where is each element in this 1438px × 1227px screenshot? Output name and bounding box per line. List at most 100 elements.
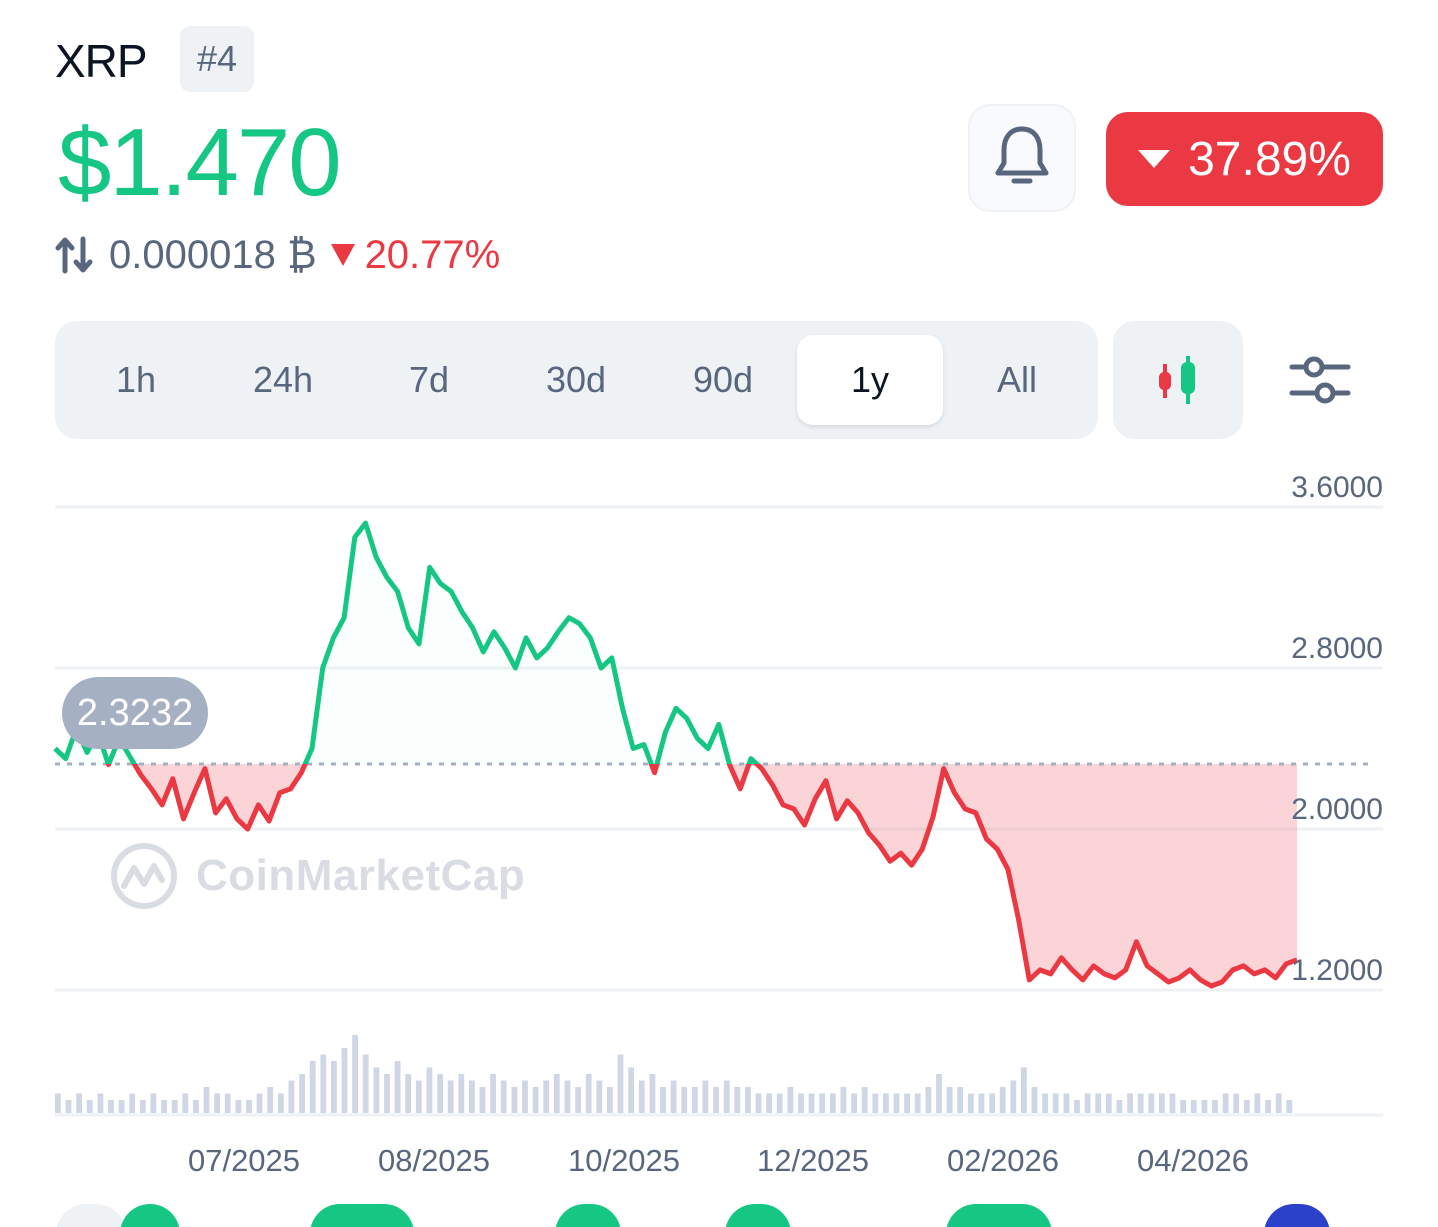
btc-change: 20.77%: [330, 233, 500, 278]
volume-bar: [1031, 1087, 1038, 1113]
volume-bar: [851, 1093, 857, 1113]
event-marker[interactable]: [120, 1204, 180, 1227]
volume-bar: [808, 1093, 815, 1113]
volume-bar: [1201, 1100, 1208, 1113]
event-marker[interactable]: [555, 1204, 621, 1227]
watermark-text: CoinMarketCap: [196, 851, 526, 900]
tab-90d[interactable]: 90d: [650, 335, 796, 425]
volume-bar: [691, 1087, 698, 1113]
change-1y-value: 37.89%: [1188, 132, 1351, 186]
volume-bar: [967, 1093, 974, 1113]
watermark: CoinMarketCap: [110, 842, 525, 910]
volume-bar: [1063, 1093, 1070, 1113]
y-tick-label: 1.2000: [1291, 954, 1383, 987]
volume-bar: [596, 1080, 603, 1113]
volume-bar: [1190, 1100, 1197, 1113]
price: $1.470: [58, 109, 342, 216]
tab-24h[interactable]: 24h: [210, 335, 356, 425]
price-chart[interactable]: 3.6000 2.8000 2.0000 1.2000 07/2025 08/2025 1…: [0, 440, 1438, 1190]
volume-bar: [522, 1080, 528, 1113]
volume-bar: [607, 1087, 613, 1113]
volume-bar: [936, 1074, 942, 1113]
volume-bar: [1212, 1100, 1218, 1113]
volume-bar: [798, 1093, 804, 1113]
tab-7d[interactable]: 7d: [356, 335, 502, 425]
volume-bar: [97, 1093, 104, 1113]
volume-bar: [500, 1080, 507, 1113]
coin-name: XRP: [55, 35, 148, 87]
volume-bar: [638, 1080, 645, 1113]
volume-bar: [203, 1087, 210, 1113]
volume-bar: [299, 1074, 305, 1113]
volume-bar: [1254, 1093, 1261, 1113]
volume-bar: [150, 1093, 157, 1113]
volume-bar: [681, 1087, 688, 1113]
price-alert-button[interactable]: [968, 104, 1076, 212]
volume-bar: [1042, 1093, 1048, 1113]
volume-bar: [840, 1087, 847, 1113]
volume-bar: [256, 1093, 263, 1113]
volume-bar: [819, 1093, 826, 1113]
volume-bar: [1127, 1093, 1133, 1113]
volume-bar: [426, 1067, 433, 1113]
change-1y-badge: 37.89%: [1106, 112, 1383, 206]
volume-bar: [670, 1080, 677, 1113]
volume-bar: [267, 1087, 274, 1113]
btc-price: 0.000018 ₿: [109, 232, 317, 277]
sliders-icon: [1289, 356, 1351, 404]
volume-bar: [702, 1080, 709, 1113]
volume-bar: [713, 1087, 719, 1113]
volume-bar: [193, 1100, 199, 1113]
volume-bar: [989, 1093, 995, 1113]
volume-bar: [1137, 1093, 1144, 1113]
volume-bar: [331, 1061, 337, 1113]
volume-bar: [564, 1080, 571, 1113]
x-axis-label: 10/2025: [568, 1143, 680, 1178]
tab-1y[interactable]: 1y: [797, 335, 943, 425]
volume-bar: [447, 1080, 454, 1113]
volume-bar: [182, 1093, 189, 1113]
tab-all[interactable]: All: [944, 335, 1090, 425]
volume-bar: [55, 1093, 61, 1113]
volume-bar: [1052, 1093, 1059, 1113]
y-tick-label: 3.6000: [1291, 471, 1383, 504]
volume-bar: [1084, 1093, 1091, 1113]
volume-bar: [532, 1087, 539, 1113]
volume-bar: [1095, 1093, 1102, 1113]
event-marker[interactable]: [946, 1204, 1052, 1227]
rank-badge: #4: [180, 26, 254, 92]
volume-bar: [394, 1061, 401, 1113]
volume-bar: [1265, 1100, 1271, 1113]
event-marker[interactable]: [725, 1204, 791, 1227]
volume-bar: [861, 1087, 868, 1113]
event-marker[interactable]: [310, 1204, 414, 1227]
x-axis-label: 12/2025: [757, 1143, 869, 1178]
volume-bar: [914, 1093, 921, 1113]
volume-bar: [553, 1074, 560, 1113]
tab-1h[interactable]: 1h: [63, 335, 209, 425]
volume-bar: [1159, 1093, 1165, 1113]
volume-bars: [55, 1035, 1383, 1117]
volume-bar: [766, 1093, 772, 1113]
volume-bar: [1148, 1093, 1155, 1113]
candlestick-toggle-button[interactable]: [1113, 321, 1243, 439]
x-axis-label: 04/2026: [1137, 1143, 1249, 1178]
event-marker[interactable]: [1264, 1204, 1330, 1227]
volume-bar: [1169, 1093, 1176, 1113]
volume-bar: [352, 1035, 358, 1113]
volume-bar: [139, 1100, 146, 1113]
volume-bar: [320, 1054, 327, 1113]
volume-bar: [108, 1100, 114, 1113]
swap-arrows-icon[interactable]: [55, 235, 95, 275]
chart-settings-button[interactable]: [1270, 336, 1370, 426]
volume-bar: [405, 1074, 412, 1113]
volume-bar: [118, 1100, 125, 1113]
volume-bar: [437, 1074, 443, 1113]
event-marker[interactable]: [56, 1204, 126, 1227]
tab-30d[interactable]: 30d: [503, 335, 649, 425]
volume-bar: [755, 1093, 762, 1113]
volume-bar: [957, 1087, 964, 1113]
volume-bar: [1010, 1080, 1017, 1113]
x-axis-label: 07/2025: [188, 1143, 300, 1178]
btc-price-row: 0.000018 ₿ 20.77%: [55, 230, 500, 280]
